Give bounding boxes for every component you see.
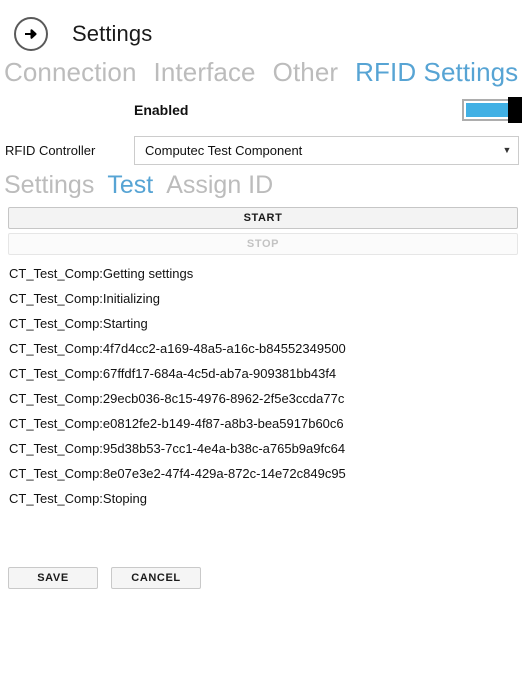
rfid-controller-selected-value: Computec Test Component xyxy=(145,142,303,158)
subtab-test[interactable]: Test xyxy=(107,171,153,200)
tab-connection[interactable]: Connection xyxy=(4,57,137,88)
page-header: Settings xyxy=(0,0,523,51)
enabled-label: Enabled xyxy=(134,101,189,118)
toggle-track-fill xyxy=(466,102,508,117)
arrow-right-circle-icon xyxy=(22,25,40,43)
list-item: CT_Test_Comp:29ecb036-8c15-4976-8962-2f5… xyxy=(9,390,345,406)
main-tab-strip: Connection Interface Other RFID Settings xyxy=(0,44,523,88)
subtab-settings[interactable]: Settings xyxy=(4,171,94,200)
rfid-controller-select[interactable]: Computec Test Component ▼ xyxy=(134,135,519,165)
stop-button: STOP xyxy=(8,232,518,255)
log-list: CT_Test_Comp:Getting settings CT_Test_Co… xyxy=(0,259,523,505)
tab-interface[interactable]: Interface xyxy=(154,57,256,88)
list-item: CT_Test_Comp:Stoping xyxy=(9,490,148,506)
back-button[interactable] xyxy=(14,17,48,51)
enabled-row: Enabled xyxy=(0,96,523,130)
tab-other[interactable]: Other xyxy=(273,57,339,88)
list-item: CT_Test_Comp:Starting xyxy=(9,315,148,331)
enabled-toggle[interactable] xyxy=(462,96,522,123)
sub-tab-strip: Settings Test Assign ID xyxy=(0,166,523,200)
subtab-assign-id[interactable]: Assign ID xyxy=(166,171,273,200)
page-title: Settings xyxy=(72,21,153,46)
toggle-thumb xyxy=(508,96,522,123)
cancel-button[interactable]: CANCEL xyxy=(111,567,201,589)
action-buttons: START STOP xyxy=(0,200,523,255)
list-item: CT_Test_Comp:Getting settings xyxy=(9,265,194,281)
list-item: CT_Test_Comp:95d38b53-7cc1-4e4a-b38c-a76… xyxy=(9,440,346,456)
start-button[interactable]: START xyxy=(8,206,518,229)
list-item: CT_Test_Comp:e0812fe2-b149-4f87-a8b3-bea… xyxy=(9,415,344,431)
save-button[interactable]: SAVE xyxy=(8,567,98,589)
list-item: CT_Test_Comp:67ffdf17-684a-4c5d-ab7a-909… xyxy=(9,365,337,381)
list-item: CT_Test_Comp:Initializing xyxy=(9,290,161,306)
chevron-down-icon: ▼ xyxy=(502,144,512,155)
list-item: CT_Test_Comp:8e07e3e2-47f4-429a-872c-14e… xyxy=(9,465,346,481)
list-item: CT_Test_Comp:4f7d4cc2-a169-48a5-a16c-b84… xyxy=(9,340,346,356)
rfid-controller-label: RFID Controller xyxy=(5,142,96,158)
tab-rfid-settings[interactable]: RFID Settings xyxy=(355,57,518,88)
footer-buttons: SAVE CANCEL xyxy=(8,567,201,589)
rfid-controller-row: RFID Controller Computec Test Component … xyxy=(0,135,523,166)
